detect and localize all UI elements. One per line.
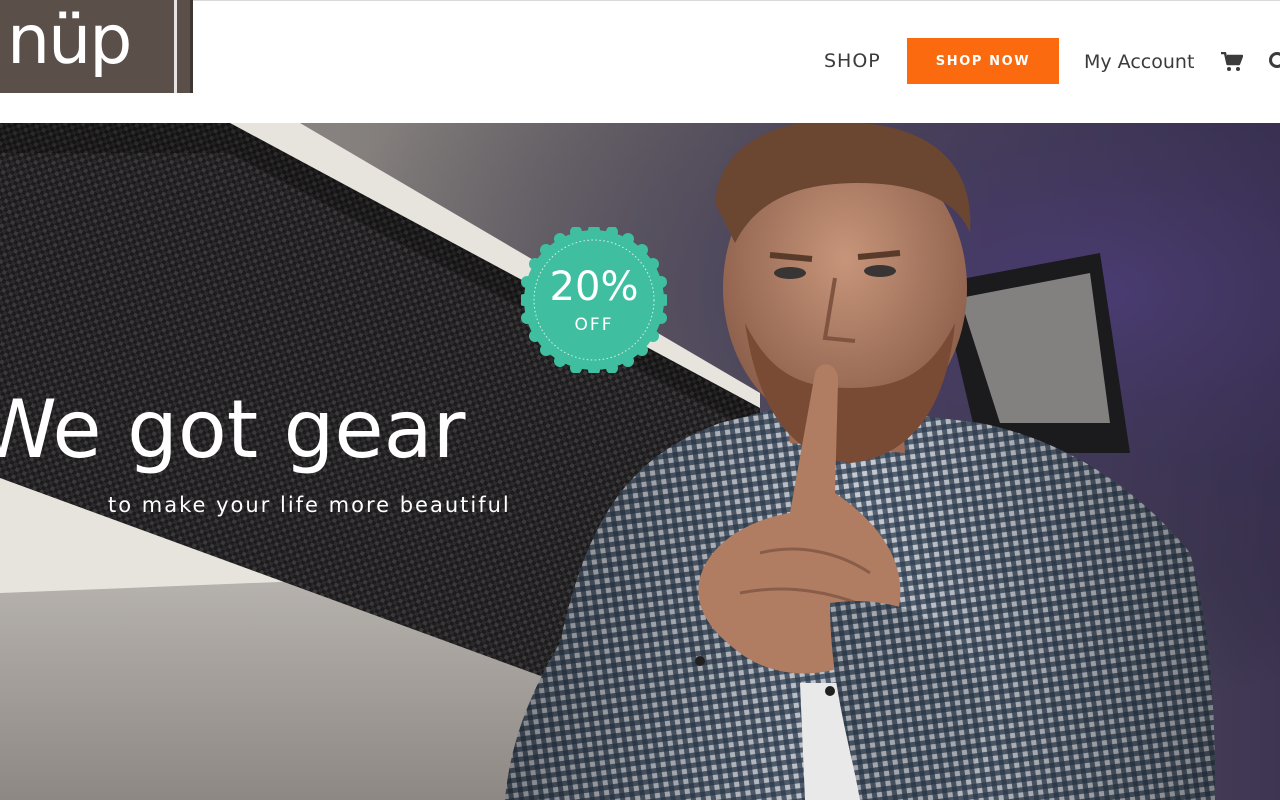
nav-shop-link[interactable]: SHOP xyxy=(824,50,881,72)
search-icon[interactable] xyxy=(1268,51,1280,73)
my-account-link[interactable]: My Account xyxy=(1084,51,1194,73)
shop-now-button[interactable]: SHOP NOW xyxy=(907,38,1059,84)
brand-logo[interactable]: nüp xyxy=(0,0,193,93)
hero-banner: 20% OFF We got gear to make your life mo… xyxy=(0,123,1280,800)
logo-edge xyxy=(190,0,193,93)
site-header: nüp SHOP SHOP NOW My Account xyxy=(0,0,1280,123)
discount-badge: 20% OFF xyxy=(521,227,667,373)
hero-headline: We got gear xyxy=(0,383,466,476)
hero-subheadline: to make your life more beautiful xyxy=(108,493,511,517)
shop-now-label: SHOP NOW xyxy=(935,53,1031,69)
shopping-cart-icon[interactable] xyxy=(1221,52,1243,72)
page: nüp SHOP SHOP NOW My Account 20% OFF We … xyxy=(0,0,1280,800)
logo-text: nüp xyxy=(7,1,132,80)
badge-off-label: OFF xyxy=(574,315,614,335)
badge-percent: 20% xyxy=(549,264,639,310)
